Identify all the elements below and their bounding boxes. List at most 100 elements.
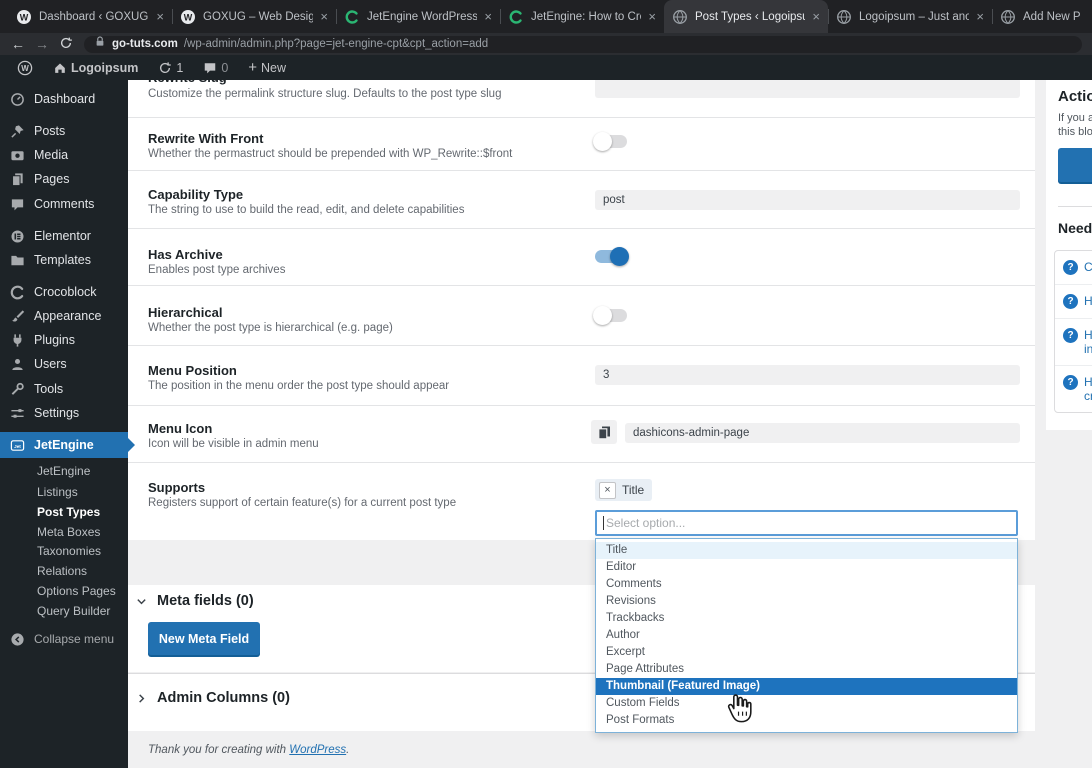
sidebar-item-templates[interactable]: Templates	[0, 248, 128, 272]
browser-tab-active[interactable]: Post Types ‹ Logoipsum — Wo ×	[664, 0, 828, 33]
add-post-type-button[interactable]	[1058, 148, 1092, 182]
wordpress-link[interactable]: WordPress	[289, 744, 346, 756]
plus-icon: +	[248, 59, 258, 76]
wp-admin-sidebar: Dashboard Posts Media Pages Comments Ele…	[0, 55, 135, 768]
svg-text:W: W	[21, 64, 29, 73]
toggle-knob	[593, 306, 612, 325]
dropdown-option-thumbnail-highlighted[interactable]: Thumbnail (Featured Image)	[596, 678, 1017, 695]
dropdown-option[interactable]: Page Attributes	[596, 661, 1017, 678]
menu-icon-input[interactable]: dashicons-admin-page	[625, 423, 1020, 443]
form-row-rewrite-with-front: Rewrite With Front Whether the permastru…	[128, 117, 1035, 170]
dropdown-option[interactable]: Title	[596, 542, 1017, 559]
sidebar-item-dashboard[interactable]: Dashboard	[0, 87, 128, 111]
dropdown-option[interactable]: Custom Fields	[596, 695, 1017, 712]
help-link[interactable]: ? H	[1055, 284, 1092, 318]
back-icon[interactable]: ←	[6, 36, 30, 52]
sidebar-subitem-taxonomies[interactable]: Taxonomies	[0, 540, 128, 561]
dropdown-option[interactable]: Editor	[596, 559, 1017, 576]
address-bar[interactable]: go-tuts.com /wp-admin/admin.php?page=jet…	[84, 35, 1082, 53]
wordpress-favicon-icon: W	[180, 9, 196, 25]
sidebar-subitem-jetengine[interactable]: JetEngine	[0, 460, 128, 481]
tab-close-icon[interactable]: ×	[648, 10, 656, 23]
sidebar-subitem-query-builder[interactable]: Query Builder	[0, 600, 128, 621]
comment-bubble-icon	[205, 62, 216, 73]
help-link[interactable]: ? Hcr	[1055, 365, 1092, 412]
wordpress-logo-icon[interactable]: W	[10, 55, 40, 80]
collapse-icon	[11, 632, 24, 646]
tab-close-icon[interactable]: ×	[812, 10, 820, 23]
comments-menu[interactable]: 0	[196, 55, 235, 80]
menu-icon-preview-button[interactable]	[591, 420, 617, 444]
browser-tab[interactable]: Add New P	[992, 0, 1092, 33]
admin-columns-title: Admin Columns (0)	[157, 690, 290, 706]
supports-select-input[interactable]: Select option...	[595, 510, 1018, 536]
tab-close-icon[interactable]: ×	[484, 10, 492, 23]
browser-tab[interactable]: W Dashboard ‹ GOXUG — WordP ×	[8, 0, 172, 33]
sidebar-subitem-relations[interactable]: Relations	[0, 560, 128, 581]
meta-fields-header[interactable]: Meta fields (0)	[136, 593, 254, 609]
admin-columns-header[interactable]: Admin Columns (0)	[136, 690, 290, 706]
rewrite-slug-input[interactable]	[595, 78, 1020, 98]
new-meta-field-button[interactable]: New Meta Field	[148, 622, 260, 655]
globe-favicon-icon	[1000, 9, 1016, 25]
select-placeholder: Select option...	[606, 516, 686, 530]
site-name-menu[interactable]: Logoipsum	[46, 55, 145, 80]
browser-tab[interactable]: JetEngine WordPress Custom ×	[336, 0, 500, 33]
crocoblock-favicon-icon	[344, 9, 360, 25]
tab-close-icon[interactable]: ×	[156, 10, 164, 23]
tab-close-icon[interactable]: ×	[976, 10, 984, 23]
need-help-heading: Need H	[1058, 220, 1092, 236]
tab-close-icon[interactable]: ×	[320, 10, 328, 23]
help-link[interactable]: ? C	[1055, 251, 1092, 284]
sidebar-item-elementor[interactable]: Elementor	[0, 224, 128, 248]
rewrite-with-front-toggle[interactable]	[593, 132, 627, 151]
new-content-menu[interactable]: + New	[241, 55, 293, 80]
sidebar-item-pages[interactable]: Pages	[0, 167, 128, 191]
pin-icon	[11, 124, 24, 138]
collapse-menu-button[interactable]: Collapse menu	[0, 627, 128, 651]
sidebar-subitem-meta-boxes[interactable]: Meta Boxes	[0, 521, 128, 542]
help-link[interactable]: ? Hin	[1055, 318, 1092, 365]
sidebar-item-jetengine[interactable]: Jet JetEngine	[0, 432, 135, 458]
remove-tag-icon[interactable]: ×	[599, 481, 616, 499]
dropdown-option[interactable]: Excerpt	[596, 644, 1017, 661]
sidebar-item-media[interactable]: Media	[0, 143, 128, 167]
sidebar-item-crocoblock[interactable]: Crocoblock	[0, 280, 128, 304]
field-label: Menu Icon	[148, 421, 213, 436]
updates-menu[interactable]: 1	[151, 55, 190, 80]
menu-position-input[interactable]: 3	[595, 365, 1020, 385]
camera-icon	[11, 150, 24, 160]
dropdown-option[interactable]: Author	[596, 627, 1017, 644]
hierarchical-toggle[interactable]	[593, 306, 627, 325]
sidebar-item-appearance[interactable]: Appearance	[0, 304, 128, 328]
form-row-hierarchical: Hierarchical Whether the post type is hi…	[128, 285, 1035, 345]
browser-url-bar: ← → go-tuts.com /wp-admin/admin.php?page…	[0, 33, 1092, 55]
brush-icon	[12, 309, 25, 322]
dropdown-option[interactable]: Trackbacks	[596, 610, 1017, 627]
sidebar-item-users[interactable]: Users	[0, 352, 128, 376]
browser-tab[interactable]: JetEngine: How to Create Cust ×	[500, 0, 664, 33]
dropdown-option[interactable]: Post Formats	[596, 712, 1017, 729]
sidebar-item-comments[interactable]: Comments	[0, 192, 128, 216]
dropdown-option[interactable]: Comments	[596, 576, 1017, 593]
sidebar-subitem-options-pages[interactable]: Options Pages	[0, 580, 128, 601]
actions-text-line1: If you are	[1058, 112, 1092, 124]
sidebar-item-plugins[interactable]: Plugins	[0, 328, 128, 352]
sidebar-subitem-listings[interactable]: Listings	[0, 481, 128, 502]
browser-tab[interactable]: Logoipsum – Just another Wor ×	[828, 0, 992, 33]
capability-type-input[interactable]: post	[595, 190, 1020, 210]
question-icon: ?	[1063, 294, 1078, 309]
sidebar-item-settings[interactable]: Settings	[0, 401, 128, 425]
field-description: The string to use to build the read, edi…	[148, 204, 465, 216]
has-archive-toggle[interactable]	[595, 247, 629, 266]
sidebar-item-posts[interactable]: Posts	[0, 119, 128, 143]
sidebar-item-tools[interactable]: Tools	[0, 377, 128, 401]
browser-tab[interactable]: W GOXUG – Web Design Portfolio ×	[172, 0, 336, 33]
field-label: Has Archive	[148, 247, 223, 262]
form-row-capability-type: Capability Type The string to use to bui…	[128, 170, 1035, 228]
pages-icon	[598, 426, 610, 440]
dropdown-option[interactable]: Revisions	[596, 593, 1017, 610]
forward-icon[interactable]: →	[30, 36, 54, 52]
sidebar-subitem-post-types[interactable]: Post Types	[0, 501, 128, 522]
reload-icon[interactable]	[54, 36, 78, 53]
